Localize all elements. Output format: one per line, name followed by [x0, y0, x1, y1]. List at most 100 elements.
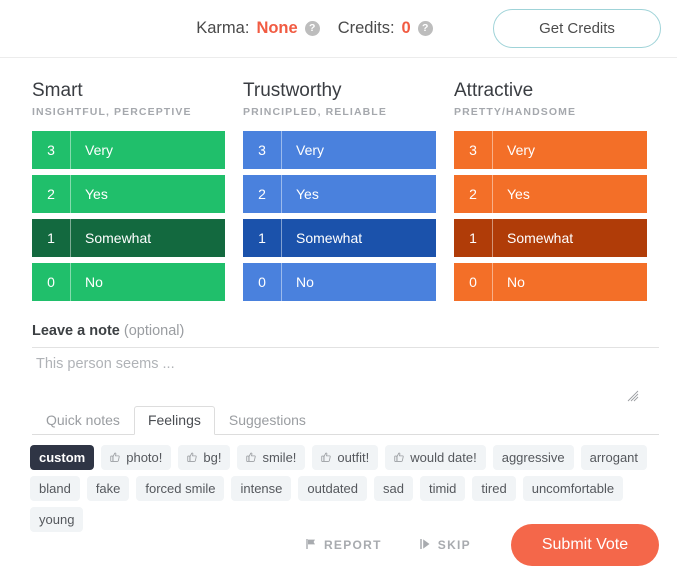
karma-value: None [256, 19, 298, 37]
flag-icon [305, 538, 317, 553]
note-label-text: Leave a note [32, 323, 120, 339]
skip-button[interactable]: SKIP [414, 537, 477, 554]
rating-option-value: 0 [47, 274, 55, 290]
tag-chip-label: timid [428, 481, 457, 496]
tag-chip[interactable]: outdated [298, 476, 367, 501]
rating-option-label: Yes [85, 186, 108, 202]
rating-option-value: 2 [47, 186, 55, 202]
skip-forward-icon [420, 538, 431, 553]
rating-option[interactable]: 2 Yes [243, 175, 436, 213]
thumbs-up-icon [321, 452, 332, 463]
rating-option-label: Somewhat [296, 230, 363, 246]
tag-chip[interactable]: uncomfortable [522, 476, 624, 501]
thumbs-up-icon [394, 452, 405, 463]
rating-option-selected[interactable]: 1 Somewhat [454, 219, 647, 257]
credits-value: 0 [401, 19, 411, 37]
trait-column: Smart INSIGHTFUL, PERCEPTIVE 3 Very 2 Yes 1 Som… [32, 80, 225, 307]
rating-option-label: No [296, 274, 314, 290]
tag-chip-label: forced smile [145, 481, 216, 496]
trait-subtitle: PRINCIPLED, RELIABLE [243, 106, 387, 118]
tag-chip-label: sad [383, 481, 404, 496]
tag-chip[interactable]: custom [30, 445, 95, 470]
rating-option-value: 3 [47, 142, 55, 158]
rating-option-value: 0 [258, 274, 266, 290]
trait-column: Attractive PRETTY/HANDSOME 3 Very 2 Yes 1 Somew… [454, 80, 647, 307]
note-section: Leave a note (optional) [0, 307, 677, 402]
tag-chip[interactable]: would date! [385, 445, 486, 470]
notes-tabs: Quick notes Feelings Suggestions [32, 406, 659, 435]
rating-option-value: 3 [469, 142, 477, 158]
rating-option-value: 1 [258, 230, 266, 246]
tag-chip-label: custom [39, 450, 86, 465]
tag-chip[interactable]: photo! [101, 445, 172, 470]
rating-option-label: Yes [507, 186, 530, 202]
tab-quick-notes[interactable]: Quick notes [32, 406, 134, 434]
thumbs-up-icon [246, 452, 257, 463]
karma-label: Karma: [196, 19, 250, 37]
rating-option-label: Very [296, 142, 325, 158]
rating-option-value: 2 [258, 186, 266, 202]
tag-chip-label: would date! [410, 450, 477, 465]
note-textarea[interactable] [32, 348, 659, 396]
tag-chip[interactable]: sad [374, 476, 413, 501]
rating-option-value: 1 [469, 230, 477, 246]
tag-chip-label: bland [39, 481, 71, 496]
rating-option[interactable]: 2 Yes [454, 175, 647, 213]
trait-column: Trustworthy PRINCIPLED, RELIABLE 3 Very 2 Yes… [243, 80, 436, 307]
tag-chip[interactable]: arrogant [580, 445, 648, 470]
tag-chip[interactable]: bg! [178, 445, 231, 470]
notes-tabs-section: Quick notes Feelings Suggestions [0, 401, 677, 435]
rating-option[interactable]: 3 Very [243, 131, 436, 169]
rating-option[interactable]: 0 No [454, 263, 647, 301]
rating-option-selected[interactable]: 1 Somewhat [32, 219, 225, 257]
rating-option-selected[interactable]: 1 Somewhat [243, 219, 436, 257]
trait-title: Smart [32, 80, 83, 101]
tag-chip[interactable]: smile! [237, 445, 306, 470]
rating-option[interactable]: 0 No [32, 263, 225, 301]
rating-option-label: Very [85, 142, 114, 158]
trait-columns: Smart INSIGHTFUL, PERCEPTIVE 3 Very 2 Yes 1 Som… [0, 58, 677, 307]
tag-chip[interactable]: fake [86, 476, 130, 501]
action-bar: REPORT SKIP Submit Vote [0, 513, 677, 577]
tag-chip[interactable]: timid [419, 476, 466, 501]
tag-chip[interactable]: outfit! [312, 445, 379, 470]
tag-chip-label: photo! [126, 450, 163, 465]
rating-option[interactable]: 3 Very [454, 131, 647, 169]
trait-title: Trustworthy [243, 80, 342, 101]
rating-option-value: 1 [47, 230, 55, 246]
tab-feelings[interactable]: Feelings [133, 406, 215, 435]
tag-chip[interactable]: aggressive [492, 445, 574, 470]
rating-option[interactable]: 2 Yes [32, 175, 225, 213]
trait-options: 3 Very 2 Yes 1 Somewhat 0 No [243, 131, 436, 301]
get-credits-button[interactable]: Get Credits [493, 9, 661, 48]
tag-chip-label: smile! [262, 450, 297, 465]
tag-chip-label: uncomfortable [531, 481, 615, 496]
report-button[interactable]: REPORT [299, 537, 388, 554]
trait-subtitle: INSIGHTFUL, PERCEPTIVE [32, 106, 192, 118]
tag-chip-label: fake [95, 481, 121, 496]
rating-option-label: Very [507, 142, 536, 158]
rating-option[interactable]: 3 Very [32, 131, 225, 169]
credits-help-icon[interactable]: ? [417, 21, 433, 36]
tab-suggestions[interactable]: Suggestions [215, 406, 320, 434]
note-label-optional: (optional) [123, 323, 185, 339]
karma-stat: Karma: None ? [196, 19, 320, 38]
rating-option-label: No [85, 274, 103, 290]
tag-chip[interactable]: tired [472, 476, 516, 501]
report-label: REPORT [323, 538, 382, 552]
tag-chip-label: intense [240, 481, 283, 496]
karma-help-icon[interactable]: ? [304, 21, 320, 36]
submit-vote-button[interactable]: Submit Vote [511, 524, 659, 566]
tag-chip[interactable]: forced smile [136, 476, 225, 501]
tag-chip-label: tired [481, 481, 507, 496]
note-input-box [32, 348, 659, 402]
trait-subtitle: PRETTY/HANDSOME [454, 106, 577, 118]
tag-chip[interactable]: intense [231, 476, 292, 501]
rating-option-value: 2 [469, 186, 477, 202]
rating-option[interactable]: 0 No [243, 263, 436, 301]
tag-chip[interactable]: bland [30, 476, 80, 501]
thumbs-up-icon [187, 452, 198, 463]
skip-label: SKIP [437, 538, 471, 552]
trait-title: Attractive [454, 80, 534, 101]
tag-chip-label: outfit! [337, 450, 370, 465]
